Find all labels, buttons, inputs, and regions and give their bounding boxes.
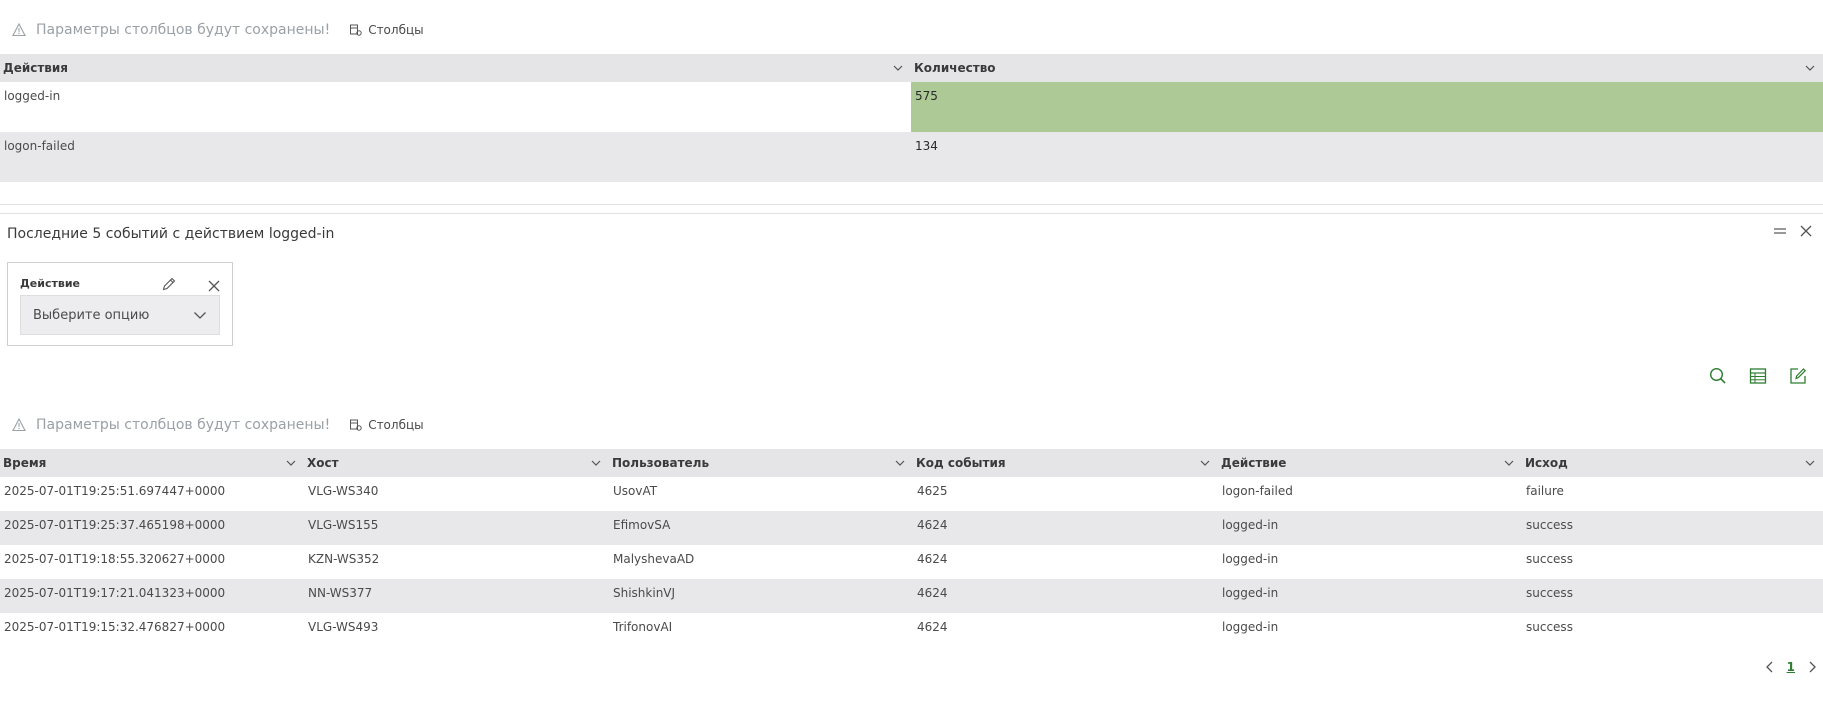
columns-button[interactable]: Столбцы xyxy=(350,418,424,432)
page-number-current[interactable]: 1 xyxy=(1787,660,1795,674)
action-select[interactable]: Выберите опцию xyxy=(20,295,220,335)
count-cell: 575 xyxy=(911,82,1823,132)
action-cell: logged-in xyxy=(1222,552,1279,566)
chevron-left-icon[interactable] xyxy=(1765,661,1775,673)
columns-button[interactable]: Столбцы xyxy=(350,23,424,37)
filter-label: Действие xyxy=(20,277,80,290)
columns-button-label: Столбцы xyxy=(368,418,424,432)
host-cell: NN-WS377 xyxy=(304,579,609,613)
column-header-action[interactable]: Действие xyxy=(1218,449,1522,477)
close-icon[interactable] xyxy=(1799,224,1813,238)
column-header-count[interactable]: Количество xyxy=(911,54,1823,82)
host-cell: VLG-WS340 xyxy=(308,484,379,498)
pagination: 1 xyxy=(1765,660,1817,674)
chevron-down-icon[interactable] xyxy=(286,458,296,468)
search-icon[interactable] xyxy=(1709,367,1727,385)
chevron-down-icon[interactable] xyxy=(893,63,903,73)
actions-count-table: Действия Количество logged-in 575 logon-… xyxy=(0,54,1823,182)
host-cell: VLG-WS155 xyxy=(304,511,609,545)
edit-icon[interactable] xyxy=(1789,367,1807,385)
event-code-cell: 4624 xyxy=(913,511,1218,545)
table-row[interactable]: logged-in 575 xyxy=(0,82,1823,132)
column-header-actions[interactable]: Действия xyxy=(0,54,911,82)
table-row[interactable]: 2025-07-01T19:15:32.476827+0000 VLG-WS49… xyxy=(0,613,1823,647)
chevron-down-icon[interactable] xyxy=(1200,458,1210,468)
event-code-cell: 4624 xyxy=(917,552,948,566)
event-code-cell: 4624 xyxy=(917,620,948,634)
user-cell: ShishkinVJ xyxy=(609,579,913,613)
host-cell: KZN-WS352 xyxy=(308,552,380,566)
chevron-right-icon[interactable] xyxy=(1807,661,1817,673)
user-cell: TrifonovAI xyxy=(613,620,673,634)
table-row[interactable]: 2025-07-01T19:18:55.320627+0000 KZN-WS35… xyxy=(0,545,1823,579)
columns-button-label: Столбцы xyxy=(368,23,424,37)
chevron-down-icon xyxy=(194,312,206,319)
action-cell: logged-in xyxy=(1218,579,1522,613)
action-cell: logon-failed xyxy=(1222,484,1293,498)
menu-icon[interactable] xyxy=(1773,224,1787,238)
pencil-icon[interactable] xyxy=(161,276,177,292)
warning-icon xyxy=(12,417,28,433)
time-cell: 2025-07-01T19:17:21.041323+0000 xyxy=(0,579,304,613)
panel-divider xyxy=(0,204,1823,214)
outcome-cell: success xyxy=(1522,511,1823,545)
action-cell: logged-in xyxy=(1222,620,1279,634)
panel-title: Последние 5 событий с действием logged-i… xyxy=(7,226,335,242)
outcome-cell: success xyxy=(1526,620,1573,634)
user-cell: UsovAT xyxy=(613,484,658,498)
column-settings-notice: Параметры столбцов будут сохранены! Стол… xyxy=(0,414,424,436)
column-header-outcome[interactable]: Исход xyxy=(1522,449,1823,477)
host-cell: VLG-WS493 xyxy=(308,620,379,634)
close-icon[interactable] xyxy=(208,277,222,292)
time-cell: 2025-07-01T19:15:32.476827+0000 xyxy=(4,620,226,634)
table-row[interactable]: logon-failed 134 xyxy=(0,132,1823,182)
chevron-down-icon[interactable] xyxy=(1504,458,1514,468)
time-cell: 2025-07-01T19:25:37.465198+0000 xyxy=(0,511,304,545)
table-view-icon[interactable] xyxy=(1749,367,1767,385)
results-toolbar xyxy=(1709,367,1807,385)
columns-settings-icon xyxy=(350,419,362,431)
notice-text: Параметры столбцов будут сохранены! xyxy=(36,417,331,433)
action-cell: logon-failed xyxy=(0,132,911,182)
table-row[interactable]: 2025-07-01T19:25:51.697447+0000 VLG-WS34… xyxy=(0,477,1823,511)
column-settings-notice: Параметры столбцов будут сохранены! Стол… xyxy=(0,19,424,41)
user-cell: EfimovSA xyxy=(609,511,913,545)
column-header-user[interactable]: Пользователь xyxy=(609,449,913,477)
count-cell: 134 xyxy=(911,132,1823,182)
action-cell: logged-in xyxy=(4,89,61,103)
chevron-down-icon[interactable] xyxy=(895,458,905,468)
column-header-host[interactable]: Хост xyxy=(304,449,609,477)
panel-controls xyxy=(1773,224,1813,238)
notice-text: Параметры столбцов будут сохранены! xyxy=(36,22,331,38)
table-row[interactable]: 2025-07-01T19:25:37.465198+0000 VLG-WS15… xyxy=(0,511,1823,545)
warning-icon xyxy=(12,22,28,38)
columns-settings-icon xyxy=(350,24,362,36)
outcome-cell: success xyxy=(1526,552,1573,566)
user-cell: MalyshevaAD xyxy=(613,552,695,566)
time-cell: 2025-07-01T19:25:51.697447+0000 xyxy=(4,484,226,498)
outcome-cell: failure xyxy=(1526,484,1564,498)
event-code-cell: 4625 xyxy=(917,484,948,498)
outcome-cell: success xyxy=(1522,579,1823,613)
column-header-time[interactable]: Время xyxy=(0,449,304,477)
event-code-cell: 4624 xyxy=(913,579,1218,613)
chevron-down-icon[interactable] xyxy=(1805,458,1815,468)
action-cell: logged-in xyxy=(1218,511,1522,545)
select-placeholder: Выберите опцию xyxy=(33,307,150,323)
events-table: Время Хост Пользователь Код события Дейс… xyxy=(0,449,1823,647)
action-filter: Действие Выберите опцию xyxy=(7,262,233,346)
table-row[interactable]: 2025-07-01T19:17:21.041323+0000 NN-WS377… xyxy=(0,579,1823,613)
time-cell: 2025-07-01T19:18:55.320627+0000 xyxy=(4,552,226,566)
chevron-down-icon[interactable] xyxy=(1805,63,1815,73)
column-header-event-code[interactable]: Код события xyxy=(913,449,1218,477)
chevron-down-icon[interactable] xyxy=(591,458,601,468)
